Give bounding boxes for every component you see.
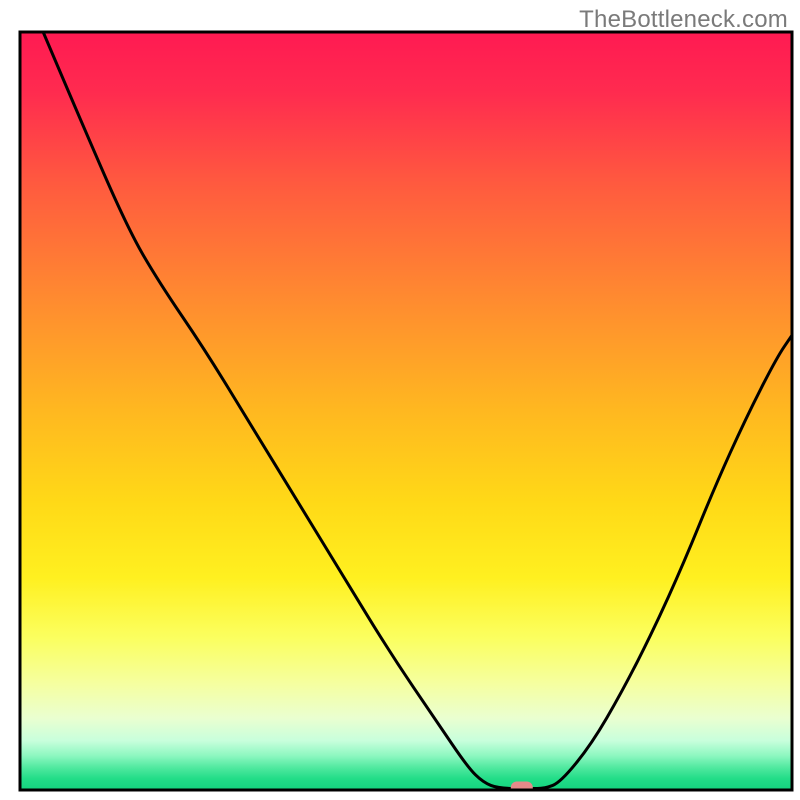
bottleneck-chart [0,0,800,800]
watermark-text: TheBottleneck.com [579,6,788,34]
optimal-marker [511,781,533,795]
chart-container: TheBottleneck.com [0,0,800,800]
